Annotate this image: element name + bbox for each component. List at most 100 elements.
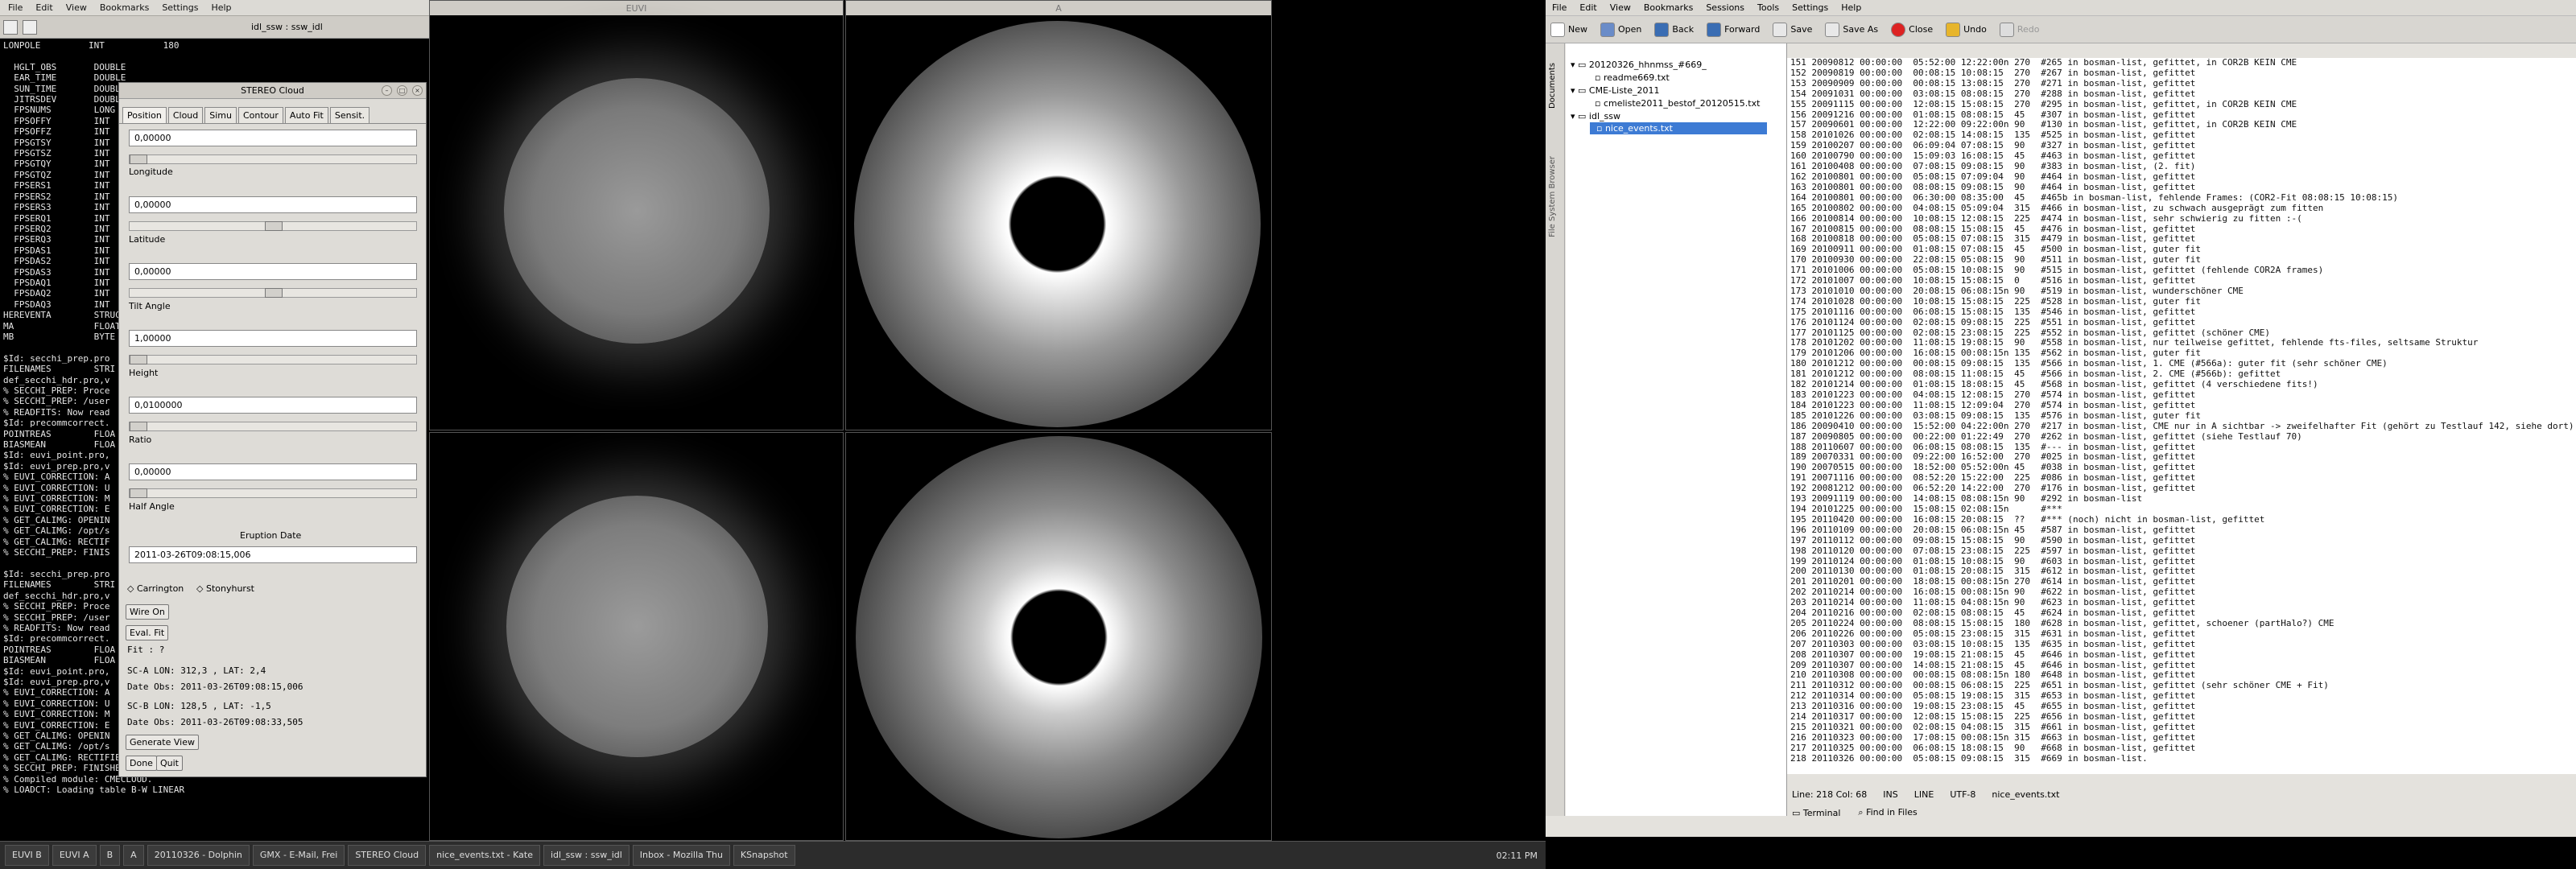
tilt-slider[interactable] — [129, 288, 417, 298]
tab-sensit[interactable]: Sensit. — [329, 107, 370, 123]
quit-button[interactable]: Quit — [156, 756, 183, 771]
stonyhurst-radio[interactable]: ◇ Stonyhurst — [196, 583, 254, 594]
open-button[interactable]: Open — [1600, 22, 1641, 37]
new-tab-icon[interactable] — [3, 19, 18, 35]
taskbar-item[interactable]: STEREO Cloud — [348, 845, 427, 866]
tree-folder-idl-ssw[interactable]: ▾ ▭ idl_ssw — [1571, 111, 1620, 121]
close-icon[interactable]: × — [412, 85, 423, 96]
close-button[interactable]: Close — [1891, 22, 1933, 37]
ratio-field[interactable]: 0,0100000 — [129, 397, 417, 414]
generate-view-button[interactable]: Generate View — [126, 735, 199, 750]
euvi-b-panel[interactable]: EUVI — [429, 0, 844, 430]
slider-knob[interactable] — [265, 288, 283, 298]
menu-settings[interactable]: Settings — [162, 2, 198, 13]
terminal-icon[interactable] — [23, 19, 37, 35]
stereo-title-bar[interactable]: STEREO Cloud – □ × — [119, 83, 426, 99]
tree-file-label: readme669.txt — [1603, 72, 1670, 83]
save-as-button[interactable]: Save As — [1825, 22, 1878, 37]
undo-icon — [1946, 22, 1961, 37]
kate-menu-view[interactable]: View — [1610, 2, 1631, 13]
slider-knob[interactable] — [130, 154, 147, 164]
editor-line: 164 20100801 00:00:00 06:30:00 08:35:00 … — [1790, 192, 2398, 203]
tree-file-readme669[interactable]: ▫ readme669.txt — [1595, 72, 1670, 83]
eruption-date-field[interactable]: 2011-03-26T09:08:15,006 — [129, 546, 417, 563]
minimize-icon[interactable]: – — [382, 85, 392, 96]
taskbar-item[interactable]: nice_events.txt - Kate — [429, 845, 540, 866]
clock[interactable]: 02:11 PM — [1496, 850, 1538, 861]
menu-view[interactable]: View — [66, 2, 87, 13]
redo-icon — [1999, 22, 2014, 37]
kate-editor[interactable]: 151 20090812 00:00:00 05:52:00 12:22:00n… — [1787, 58, 2576, 774]
taskbar-item[interactable]: A — [123, 845, 144, 866]
done-button[interactable]: Done — [126, 756, 157, 771]
half-angle-slider[interactable] — [129, 488, 417, 498]
tree-file-cmeliste[interactable]: ▫ cmeliste2011_bestof_20120515.txt — [1595, 98, 1760, 109]
tab-contour[interactable]: Contour — [238, 107, 283, 123]
forward-button[interactable]: Forward — [1707, 22, 1760, 37]
tilt-field[interactable]: 0,00000 — [129, 263, 417, 280]
documents-tab[interactable]: Documents — [1548, 63, 1557, 109]
undo-button[interactable]: Undo — [1946, 22, 1987, 37]
euvi-a-panel[interactable] — [429, 432, 844, 841]
kate-menu-bookmarks[interactable]: Bookmarks — [1644, 2, 1693, 13]
carrington-radio[interactable]: ◇ Carrington — [127, 583, 184, 594]
taskbar-item[interactable]: idl_ssw : ssw_idl — [543, 845, 630, 866]
cor-b-panel[interactable] — [845, 432, 1272, 841]
tree-file-nice-events[interactable]: ▫ nice_events.txt — [1590, 122, 1767, 134]
save-button[interactable]: Save — [1773, 22, 1812, 37]
kate-menubar: File Edit View Bookmarks Sessions Tools … — [1546, 0, 2576, 16]
taskbar-item[interactable]: KSnapshot — [733, 845, 795, 866]
slider-knob[interactable] — [265, 221, 283, 231]
menu-bookmarks[interactable]: Bookmarks — [100, 2, 149, 13]
longitude-slider[interactable] — [129, 154, 417, 164]
filesystem-tab[interactable]: File System Browser — [1548, 156, 1557, 237]
wire-on-button[interactable]: Wire On — [126, 604, 169, 620]
editor-text[interactable]: 151 20090812 00:00:00 05:52:00 12:22:00n… — [1787, 58, 2574, 764]
tab-auto-fit[interactable]: Auto Fit — [284, 107, 328, 123]
tab-simu[interactable]: Simu — [204, 107, 237, 123]
kate-menu-settings[interactable]: Settings — [1792, 2, 1828, 13]
taskbar-item[interactable]: EUVI A — [52, 845, 97, 866]
latitude-field[interactable]: 0,00000 — [129, 196, 417, 213]
tree-folder-cme-liste[interactable]: ▾ ▭ CME-Liste_2011 — [1571, 85, 1660, 96]
redo-button[interactable]: Redo — [1999, 22, 2040, 37]
kate-toolbar: New Open Back Forward Save Save As Close… — [1546, 16, 2576, 43]
taskbar-item[interactable]: EUVI B — [5, 845, 49, 866]
maximize-icon[interactable]: □ — [397, 85, 407, 96]
back-button[interactable]: Back — [1654, 22, 1694, 37]
kate-menu-tools[interactable]: Tools — [1757, 2, 1779, 13]
menu-edit[interactable]: Edit — [35, 2, 52, 13]
eval-fit-button[interactable]: Eval. Fit — [126, 625, 169, 640]
slider-knob[interactable] — [130, 355, 147, 364]
kate-menu-file[interactable]: File — [1552, 2, 1567, 13]
taskbar-item[interactable]: Inbox - Mozilla Thu — [632, 845, 730, 866]
redo-button-label: Redo — [2017, 24, 2040, 35]
cor-a-panel[interactable]: A — [845, 0, 1272, 430]
half-angle-field[interactable]: 0,00000 — [129, 463, 417, 480]
tab-cloud[interactable]: Cloud — [167, 107, 204, 123]
tab-position[interactable]: Position — [122, 107, 167, 123]
insert-mode: INS — [1883, 789, 1898, 800]
ratio-slider[interactable] — [129, 422, 417, 431]
kate-menu-edit[interactable]: Edit — [1579, 2, 1596, 13]
latitude-slider[interactable] — [129, 221, 417, 231]
tree-folder-20120326[interactable]: ▾ ▭ 20120326_hhnmss_#669_ — [1571, 60, 1707, 70]
slider-knob[interactable] — [130, 488, 147, 498]
height-field[interactable]: 1,00000 — [129, 330, 417, 347]
taskbar-item[interactable]: B — [99, 845, 121, 866]
find-in-files-tab[interactable]: ⌕ Find in Files — [1858, 807, 1917, 818]
menu-help[interactable]: Help — [211, 2, 231, 13]
height-slider[interactable] — [129, 355, 417, 364]
menu-file[interactable]: File — [8, 2, 23, 13]
longitude-field[interactable]: 0,00000 — [129, 130, 417, 146]
kate-menu-help[interactable]: Help — [1841, 2, 1861, 13]
taskbar-item[interactable]: 20110326 - Dolphin — [147, 845, 250, 866]
terminal-tab[interactable]: ▭ Terminal — [1792, 808, 1840, 818]
editor-line: 205 20110224 00:00:00 08:08:15 15:08:15 … — [1790, 617, 2334, 628]
new-button[interactable]: New — [1550, 22, 1587, 37]
editor-line: 206 20110226 00:00:00 05:08:15 23:08:15 … — [1790, 628, 2196, 639]
kate-menu-sessions[interactable]: Sessions — [1706, 2, 1744, 13]
taskbar-item[interactable]: GMX - E-Mail, Frei — [252, 845, 345, 866]
slider-knob[interactable] — [130, 422, 147, 431]
save-icon — [1773, 22, 1788, 37]
